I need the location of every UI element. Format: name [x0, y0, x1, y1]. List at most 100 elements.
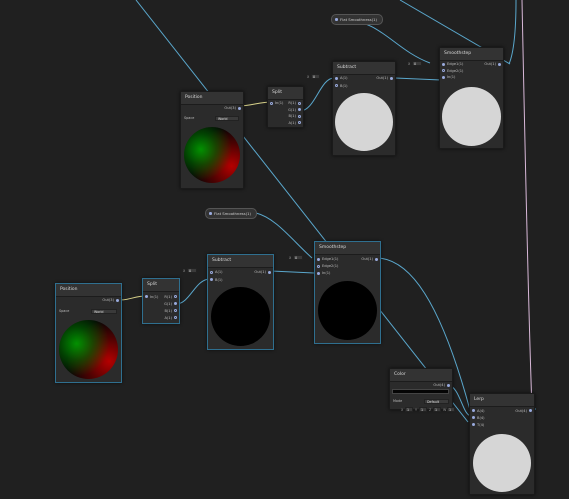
preview-sphere [184, 127, 240, 183]
output-port-label: A(1) [288, 120, 296, 125]
smoothstep-edge-field[interactable]: 0 [412, 61, 422, 66]
input-port-label: In(1) [447, 75, 456, 79]
node-title: Lerp [470, 394, 534, 407]
output-port[interactable] [529, 409, 532, 412]
output-port-label: Out(4) [515, 408, 527, 413]
input-port[interactable] [270, 101, 273, 105]
split-node-bottom[interactable]: Split In(1) R(1) G(1) B(1) A(1) [142, 278, 180, 324]
smoothstep-node-bottom[interactable]: Smoothstep Edge1(1) Edge2(1) In(1) Out(1… [314, 241, 381, 344]
input-port[interactable] [335, 76, 338, 80]
subtract-node-bottom[interactable]: Subtract A(1) B(1) Out(1) [207, 254, 274, 350]
split-node-top[interactable]: Split In(1) R(1) G(1) B(1) A(1) [267, 86, 304, 128]
wire [521, 0, 533, 410]
output-port[interactable] [174, 316, 177, 319]
output-port-label: R(1) [164, 294, 172, 299]
output-port-label: G(1) [164, 301, 172, 306]
wire [175, 278, 211, 305]
input-port[interactable] [442, 69, 445, 72]
output-port-label: Out(1) [361, 257, 373, 261]
output-port[interactable] [298, 121, 301, 124]
input-port[interactable] [317, 257, 320, 261]
lerp-z-field[interactable]: 1 [433, 407, 441, 412]
field-tag: Z [429, 408, 432, 412]
input-port-label: Edge2(1) [447, 68, 464, 73]
output-port[interactable] [447, 383, 450, 387]
property-flat-smoothness-bottom[interactable]: Flat Smoothness(1) [205, 208, 257, 219]
input-port[interactable] [145, 295, 148, 298]
field-tag: Y [415, 408, 418, 412]
node-title: Split [268, 87, 303, 100]
output-port[interactable] [298, 114, 301, 118]
input-port[interactable] [210, 270, 213, 274]
position-node-top[interactable]: Position Out(3) Space World [180, 91, 244, 189]
node-title: Position [56, 284, 121, 297]
input-port[interactable] [317, 271, 320, 275]
output-port-label: Out(1) [376, 76, 388, 80]
input-port-label: T(4) [477, 422, 485, 427]
node-title: Subtract [208, 255, 273, 268]
input-port[interactable] [442, 75, 445, 79]
input-port-label: In(1) [150, 294, 159, 299]
input-port[interactable] [472, 416, 475, 419]
input-port[interactable] [472, 423, 475, 426]
input-port-label: In(1) [275, 101, 284, 105]
wire [270, 270, 315, 274]
output-port-label: Out(3) [224, 106, 236, 110]
mode-label: Mode [393, 399, 403, 403]
input-port-label: A(1) [340, 76, 348, 80]
subtract-b-field[interactable]: 0 [187, 268, 197, 273]
field-tag: X [401, 408, 404, 412]
space-label: Space [184, 116, 195, 120]
output-port-label: Out(3) [102, 298, 114, 302]
preview-black-circle [318, 281, 377, 340]
output-port[interactable] [498, 62, 501, 66]
input-port-label: Edge2(1) [322, 264, 339, 268]
space-dropdown[interactable]: World [91, 309, 117, 314]
space-dropdown[interactable]: World [215, 116, 239, 121]
output-port[interactable] [298, 101, 301, 105]
property-label: Flat Smoothness(1) [214, 211, 251, 216]
preview-white-circle [335, 93, 393, 151]
output-port-label: B(1) [164, 308, 172, 313]
output-port-label: A(1) [164, 315, 172, 320]
input-port-label: B(1) [215, 277, 223, 282]
port-dot-icon [209, 212, 212, 215]
preview-sphere [59, 320, 118, 379]
subtract-b-field[interactable]: 0 [311, 74, 320, 79]
node-title: Smoothstep [315, 242, 380, 255]
position-node-bottom[interactable]: Position Out(3) Space World [55, 283, 122, 383]
input-port-label: In(1) [322, 271, 331, 275]
output-port[interactable] [268, 270, 271, 274]
output-port[interactable] [298, 108, 301, 111]
preview-black-circle [211, 287, 270, 346]
input-port[interactable] [335, 84, 338, 87]
lerp-y-field[interactable]: 1 [419, 407, 427, 412]
input-port[interactable] [472, 409, 475, 412]
subtract-node-top[interactable]: Subtract A(1) B(1) Out(1) [332, 61, 396, 156]
output-port[interactable] [375, 257, 378, 261]
output-port-label: G(1) [288, 107, 296, 112]
input-port[interactable] [317, 264, 320, 268]
input-port[interactable] [210, 278, 213, 281]
output-port[interactable] [238, 106, 241, 110]
smoothstep-edge-field[interactable]: 0 [293, 255, 303, 260]
field-tag: X [307, 75, 310, 79]
output-port[interactable] [174, 295, 177, 298]
color-swatch[interactable] [392, 389, 449, 394]
lerp-x-field[interactable]: 1 [405, 407, 413, 412]
color-node[interactable]: Color Out(4) Mode Default [389, 368, 453, 410]
output-port[interactable] [116, 298, 119, 302]
output-port[interactable] [174, 302, 177, 305]
smoothstep-node-top[interactable]: Smoothstep Edge1(1) Edge2(1) In(1) Out(1… [439, 47, 504, 149]
wire [299, 77, 335, 112]
wire [344, 19, 431, 64]
node-title: Position [181, 92, 243, 105]
output-port[interactable] [390, 76, 393, 80]
lerp-w-field[interactable]: 1 [447, 407, 455, 412]
output-port[interactable] [174, 309, 177, 312]
input-port[interactable] [442, 62, 445, 66]
property-flat-smoothness-top[interactable]: Flat Smoothness(1) [331, 14, 383, 25]
space-label: Space [59, 309, 70, 313]
lerp-node[interactable]: Lerp A(4) B(4) T(4) Out(4) [469, 393, 535, 495]
mode-dropdown[interactable]: Default [424, 399, 449, 404]
